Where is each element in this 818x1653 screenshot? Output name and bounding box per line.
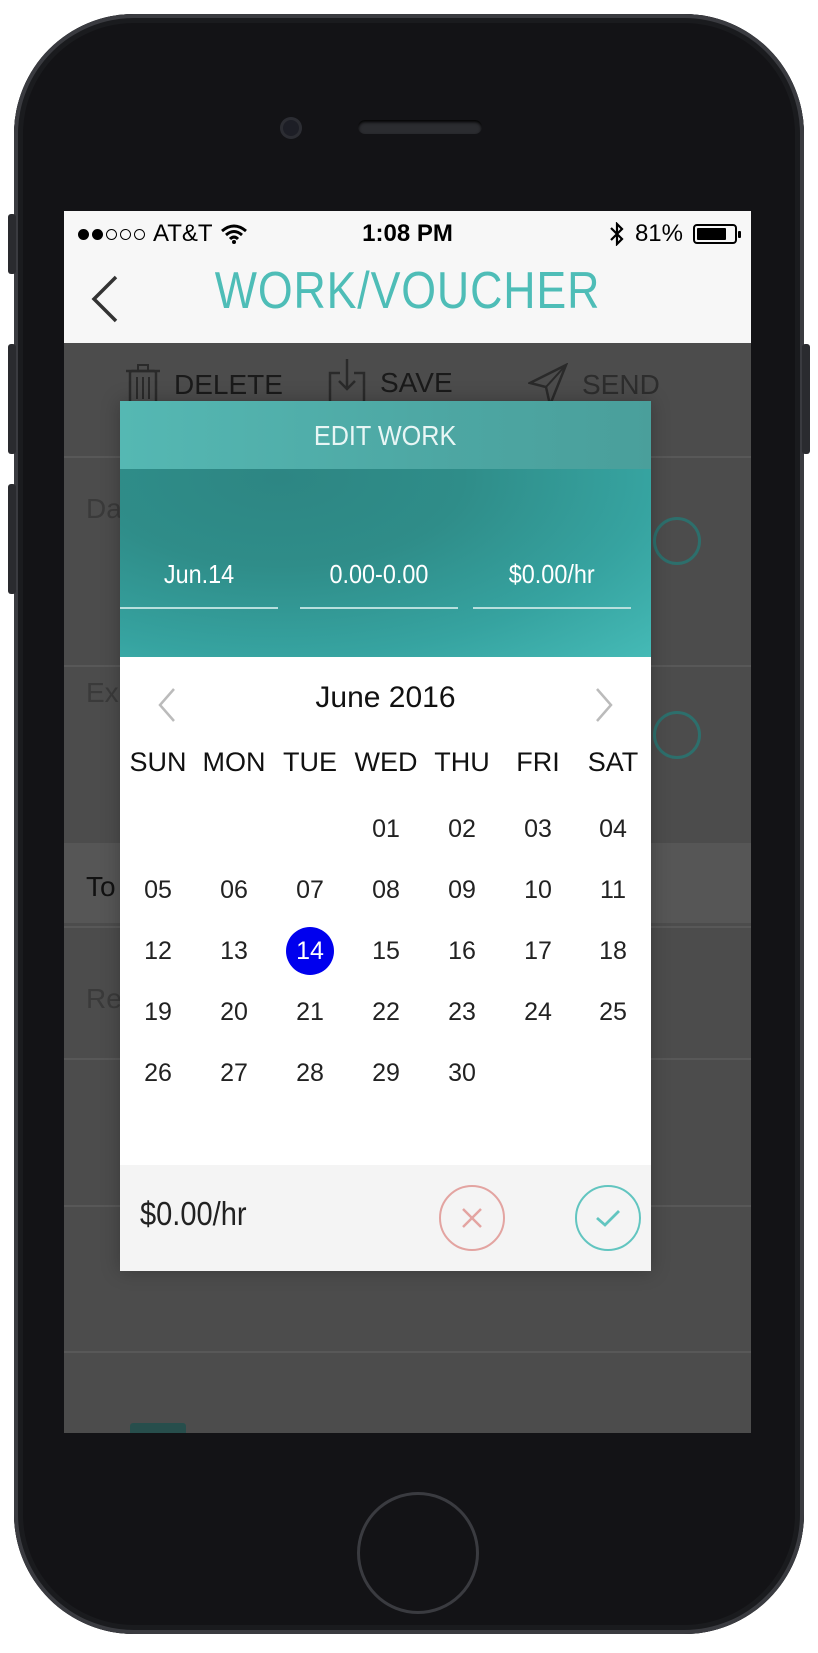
bg-row-label: To xyxy=(86,871,116,902)
divider xyxy=(64,1351,751,1353)
calendar-day[interactable]: 12 xyxy=(120,927,196,975)
calendar-day-grid: 01 02 03 04 05 06 07 08 09 10 11 12 13 14 15 16 17 18 19 20… xyxy=(120,401,651,1271)
calendar-day[interactable]: 13 xyxy=(196,927,272,975)
calendar-day[interactable]: 03 xyxy=(500,805,576,853)
bluetooth-icon xyxy=(610,222,624,246)
save-button[interactable]: SAVE xyxy=(328,359,453,407)
earpiece-speaker xyxy=(358,120,482,134)
bg-circle xyxy=(653,517,701,565)
status-bar: AT&T 1:08 PM 81% xyxy=(64,211,751,255)
calendar-day[interactable]: 20 xyxy=(196,988,272,1036)
calendar-day[interactable]: 07 xyxy=(272,866,348,914)
power-button xyxy=(802,344,810,454)
front-camera xyxy=(280,117,302,139)
download-icon xyxy=(328,359,366,407)
calendar-day[interactable]: 01 xyxy=(348,805,424,853)
calendar-day[interactable]: 04 xyxy=(575,805,651,853)
calendar-day[interactable]: 10 xyxy=(500,866,576,914)
calendar-day[interactable]: 21 xyxy=(272,988,348,1036)
calendar-day[interactable]: 09 xyxy=(424,866,500,914)
calendar-day[interactable]: 26 xyxy=(120,1049,196,1097)
calendar-day[interactable]: 23 xyxy=(424,988,500,1036)
battery-level xyxy=(697,228,726,240)
calendar-day[interactable]: 15 xyxy=(348,927,424,975)
calendar-day[interactable]: 11 xyxy=(575,866,651,914)
calendar-day[interactable]: 24 xyxy=(500,988,576,1036)
status-right: 81% xyxy=(609,220,741,248)
home-button[interactable] xyxy=(357,1492,479,1614)
bg-row-label: Da xyxy=(86,493,122,524)
save-label: SAVE xyxy=(380,367,453,398)
calendar-day[interactable]: 19 xyxy=(120,988,196,1036)
battery-icon xyxy=(693,224,741,244)
volume-down-button xyxy=(8,484,16,594)
calendar-day[interactable]: 06 xyxy=(196,866,272,914)
calendar-day[interactable]: 17 xyxy=(500,927,576,975)
volume-up-button xyxy=(8,344,16,454)
calendar-day[interactable]: 18 xyxy=(575,927,651,975)
page-title: WORK/VOUCHER xyxy=(214,262,601,320)
calendar-day[interactable]: 30 xyxy=(424,1049,500,1097)
delete-label: DELETE xyxy=(174,369,283,400)
calendar-day[interactable]: 16 xyxy=(424,927,500,975)
navigation-bar: WORK/VOUCHER xyxy=(64,255,751,343)
calendar-day[interactable]: 27 xyxy=(196,1049,272,1097)
edit-work-dialog: EDIT WORK Jun.14 0.00-0.00 $0.00/hr June… xyxy=(120,401,651,1271)
calendar-day[interactable]: 05 xyxy=(120,866,196,914)
mute-switch xyxy=(8,214,16,274)
calendar-day[interactable]: 08 xyxy=(348,866,424,914)
phone-screen: AT&T 1:08 PM 81% WORK/VOUCHER DELETE SAV… xyxy=(64,211,751,1433)
send-label: SEND xyxy=(582,369,660,400)
calendar-day[interactable]: 25 xyxy=(575,988,651,1036)
battery-percent: 81% xyxy=(634,220,683,247)
calendar-day[interactable]: 02 xyxy=(424,805,500,853)
calendar-day-selected[interactable]: 14 xyxy=(272,927,348,975)
bg-teal-chip xyxy=(130,1423,186,1433)
bg-circle xyxy=(653,711,701,759)
calendar-day[interactable]: 29 xyxy=(348,1049,424,1097)
calendar-day[interactable]: 28 xyxy=(272,1049,348,1097)
calendar-day[interactable]: 22 xyxy=(348,988,424,1036)
